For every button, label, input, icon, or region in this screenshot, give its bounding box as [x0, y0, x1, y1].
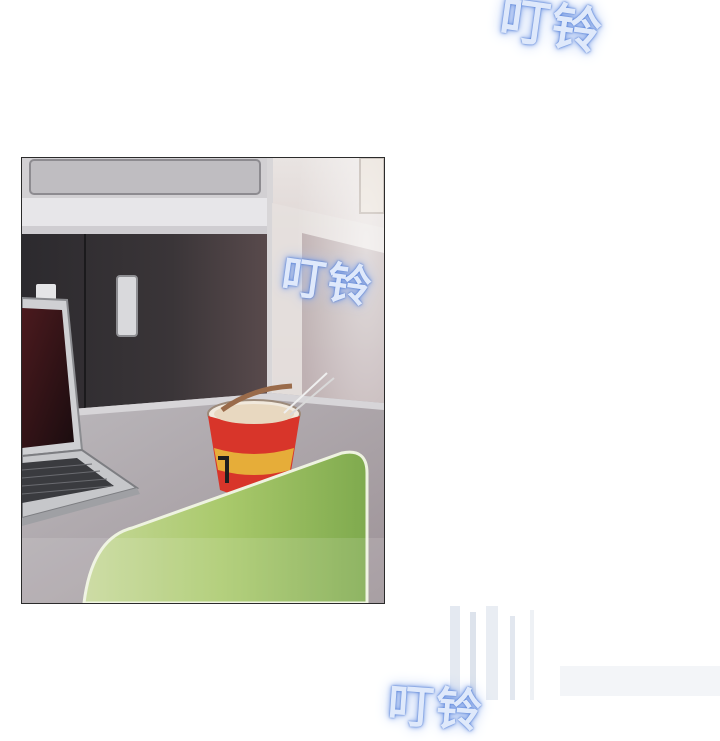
comic-panel [21, 157, 385, 604]
panel-scene [22, 158, 384, 603]
sound-effect-middle: 叮铃 [278, 250, 377, 315]
sound-effect-top: 叮铃 [495, 0, 607, 62]
sound-effect-bottom: 叮铃 [386, 677, 486, 739]
